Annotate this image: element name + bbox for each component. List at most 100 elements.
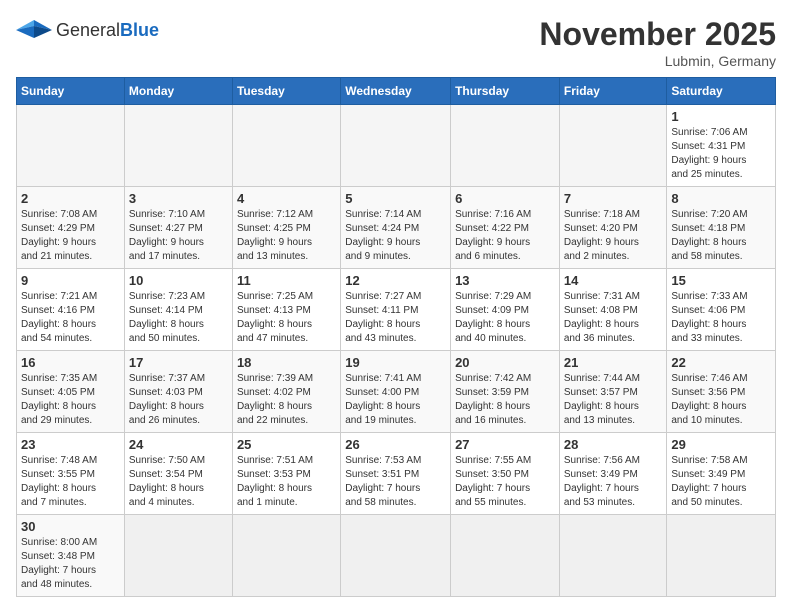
calendar-cell: 13Sunrise: 7:29 AM Sunset: 4:09 PM Dayli…: [451, 269, 560, 351]
calendar-cell: [451, 515, 560, 597]
day-info: Sunrise: 7:14 AM Sunset: 4:24 PM Dayligh…: [345, 208, 446, 264]
day-number: 24: [129, 437, 228, 452]
day-number: 21: [564, 355, 663, 370]
logo-text: GeneralBlue: [56, 20, 159, 41]
day-number: 19: [345, 355, 446, 370]
calendar-cell: 21 Sunrise: 7:44 AM Sunset: 3:57 PM Dayli…: [559, 351, 667, 433]
day-info: Sunrise: 7:18 AM Sunset: 4:20 PM Dayligh…: [564, 208, 663, 264]
day-info: Sunrise: 7:08 AM Sunset: 4:29 PM Dayligh…: [21, 208, 120, 264]
weekday-friday: Friday: [559, 78, 667, 105]
day-number: 30: [21, 519, 120, 534]
day-info: Sunrise: 7:20 AM Sunset: 4:18 PM Dayligh…: [671, 208, 771, 264]
day-info: Sunrise: 7:41 AM Sunset: 4:00 PM Dayligh…: [345, 372, 446, 428]
calendar-cell: [341, 105, 451, 187]
calendar-week-3: 9 Sunrise: 7:21 AM Sunset: 4:16 PM Daylig…: [17, 269, 776, 351]
day-number: 6: [455, 191, 555, 206]
calendar-cell: 4Sunrise: 7:12 AM Sunset: 4:25 PM Daylig…: [232, 187, 340, 269]
day-info: Sunrise: 7:23 AM Sunset: 4:14 PM Dayligh…: [129, 290, 228, 346]
day-number: 1: [671, 109, 771, 124]
calendar-cell: [232, 105, 340, 187]
day-number: 5: [345, 191, 446, 206]
calendar-cell: [451, 105, 560, 187]
day-number: 11: [237, 273, 336, 288]
calendar-cell: 1 Sunrise: 7:06 AM Sunset: 4:31 PM Daylig…: [667, 105, 776, 187]
day-number: 7: [564, 191, 663, 206]
calendar-cell: 3 Sunrise: 7:10 AM Sunset: 4:27 PM Daylig…: [124, 187, 232, 269]
day-info: Sunrise: 7:10 AM Sunset: 4:27 PM Dayligh…: [129, 208, 228, 264]
calendar-cell: 26 Sunrise: 7:53 AM Sunset: 3:51 PM Dayli…: [341, 433, 451, 515]
day-number: 26: [345, 437, 446, 452]
calendar-cell: [232, 515, 340, 597]
calendar-cell: 14 Sunrise: 7:31 AM Sunset: 4:08 PM Dayli…: [559, 269, 667, 351]
day-info: Sunrise: 7:37 AM Sunset: 4:03 PM Dayligh…: [129, 372, 228, 428]
day-info: Sunrise: 7:21 AM Sunset: 4:16 PM Dayligh…: [21, 290, 120, 346]
calendar-cell: [559, 105, 667, 187]
day-info: Sunrise: 7:33 AM Sunset: 4:06 PM Dayligh…: [671, 290, 771, 346]
day-info: Sunrise: 7:35 AM Sunset: 4:05 PM Dayligh…: [21, 372, 120, 428]
weekday-thursday: Thursday: [451, 78, 560, 105]
calendar-week-5: 23 Sunrise: 7:48 AM Sunset: 3:55 PM Dayli…: [17, 433, 776, 515]
logo: GeneralBlue: [16, 16, 159, 44]
calendar-cell: 20Sunrise: 7:42 AM Sunset: 3:59 PM Dayli…: [451, 351, 560, 433]
calendar-week-2: 2 Sunrise: 7:08 AM Sunset: 4:29 PM Daylig…: [17, 187, 776, 269]
calendar-cell: [667, 515, 776, 597]
calendar-cell: 15 Sunrise: 7:33 AM Sunset: 4:06 PM Dayli…: [667, 269, 776, 351]
day-number: 10: [129, 273, 228, 288]
calendar-cell: 27 Sunrise: 7:55 AM Sunset: 3:50 PM Dayli…: [451, 433, 560, 515]
day-number: 3: [129, 191, 228, 206]
day-number: 13: [455, 273, 555, 288]
calendar-cell: 29Sunrise: 7:58 AM Sunset: 3:49 PM Dayli…: [667, 433, 776, 515]
day-number: 2: [21, 191, 120, 206]
month-title: November 2025: [539, 16, 776, 53]
day-info: Sunrise: 7:12 AM Sunset: 4:25 PM Dayligh…: [237, 208, 336, 264]
weekday-sunday: Sunday: [17, 78, 125, 105]
calendar-table: SundayMondayTuesdayWednesdayThursdayFrid…: [16, 77, 776, 597]
calendar-cell: 16Sunrise: 7:35 AM Sunset: 4:05 PM Dayli…: [17, 351, 125, 433]
day-number: 15: [671, 273, 771, 288]
calendar-cell: 9 Sunrise: 7:21 AM Sunset: 4:16 PM Daylig…: [17, 269, 125, 351]
calendar-cell: [559, 515, 667, 597]
day-info: Sunrise: 7:16 AM Sunset: 4:22 PM Dayligh…: [455, 208, 555, 264]
calendar-cell: 30Sunrise: 8:00 AM Sunset: 3:48 PM Dayli…: [17, 515, 125, 597]
weekday-monday: Monday: [124, 78, 232, 105]
calendar-body: 1 Sunrise: 7:06 AM Sunset: 4:31 PM Daylig…: [17, 105, 776, 597]
day-info: Sunrise: 7:55 AM Sunset: 3:50 PM Dayligh…: [455, 454, 555, 510]
logo-icon: [16, 16, 52, 44]
day-info: Sunrise: 7:50 AM Sunset: 3:54 PM Dayligh…: [129, 454, 228, 510]
calendar-cell: 25Sunrise: 7:51 AM Sunset: 3:53 PM Dayli…: [232, 433, 340, 515]
day-info: Sunrise: 7:56 AM Sunset: 3:49 PM Dayligh…: [564, 454, 663, 510]
day-info: Sunrise: 7:46 AM Sunset: 3:56 PM Dayligh…: [671, 372, 771, 428]
calendar-cell: 8Sunrise: 7:20 AM Sunset: 4:18 PM Daylig…: [667, 187, 776, 269]
calendar-cell: 17 Sunrise: 7:37 AM Sunset: 4:03 PM Dayli…: [124, 351, 232, 433]
day-number: 27: [455, 437, 555, 452]
day-info: Sunrise: 7:48 AM Sunset: 3:55 PM Dayligh…: [21, 454, 120, 510]
day-number: 23: [21, 437, 120, 452]
calendar-cell: 11Sunrise: 7:25 AM Sunset: 4:13 PM Dayli…: [232, 269, 340, 351]
day-info: Sunrise: 7:27 AM Sunset: 4:11 PM Dayligh…: [345, 290, 446, 346]
calendar-week-1: 1 Sunrise: 7:06 AM Sunset: 4:31 PM Daylig…: [17, 105, 776, 187]
day-number: 12: [345, 273, 446, 288]
calendar-cell: 7 Sunrise: 7:18 AM Sunset: 4:20 PM Daylig…: [559, 187, 667, 269]
calendar-cell: 5 Sunrise: 7:14 AM Sunset: 4:24 PM Daylig…: [341, 187, 451, 269]
weekday-header-row: SundayMondayTuesdayWednesdayThursdayFrid…: [17, 78, 776, 105]
day-info: Sunrise: 7:39 AM Sunset: 4:02 PM Dayligh…: [237, 372, 336, 428]
day-info: Sunrise: 7:53 AM Sunset: 3:51 PM Dayligh…: [345, 454, 446, 510]
calendar-cell: [341, 515, 451, 597]
calendar-cell: 24 Sunrise: 7:50 AM Sunset: 3:54 PM Dayli…: [124, 433, 232, 515]
day-number: 17: [129, 355, 228, 370]
day-number: 9: [21, 273, 120, 288]
day-info: Sunrise: 7:06 AM Sunset: 4:31 PM Dayligh…: [671, 126, 771, 182]
day-number: 29: [671, 437, 771, 452]
calendar-cell: 18Sunrise: 7:39 AM Sunset: 4:02 PM Dayli…: [232, 351, 340, 433]
weekday-tuesday: Tuesday: [232, 78, 340, 105]
day-info: Sunrise: 7:44 AM Sunset: 3:57 PM Dayligh…: [564, 372, 663, 428]
calendar-cell: 23 Sunrise: 7:48 AM Sunset: 3:55 PM Dayli…: [17, 433, 125, 515]
day-info: Sunrise: 7:31 AM Sunset: 4:08 PM Dayligh…: [564, 290, 663, 346]
calendar-cell: 10 Sunrise: 7:23 AM Sunset: 4:14 PM Dayli…: [124, 269, 232, 351]
calendar-cell: 22Sunrise: 7:46 AM Sunset: 3:56 PM Dayli…: [667, 351, 776, 433]
day-info: Sunrise: 7:51 AM Sunset: 3:53 PM Dayligh…: [237, 454, 336, 510]
day-number: 14: [564, 273, 663, 288]
calendar-cell: 12 Sunrise: 7:27 AM Sunset: 4:11 PM Dayli…: [341, 269, 451, 351]
calendar-cell: 19 Sunrise: 7:41 AM Sunset: 4:00 PM Dayli…: [341, 351, 451, 433]
title-block: November 2025 Lubmin, Germany: [539, 16, 776, 69]
